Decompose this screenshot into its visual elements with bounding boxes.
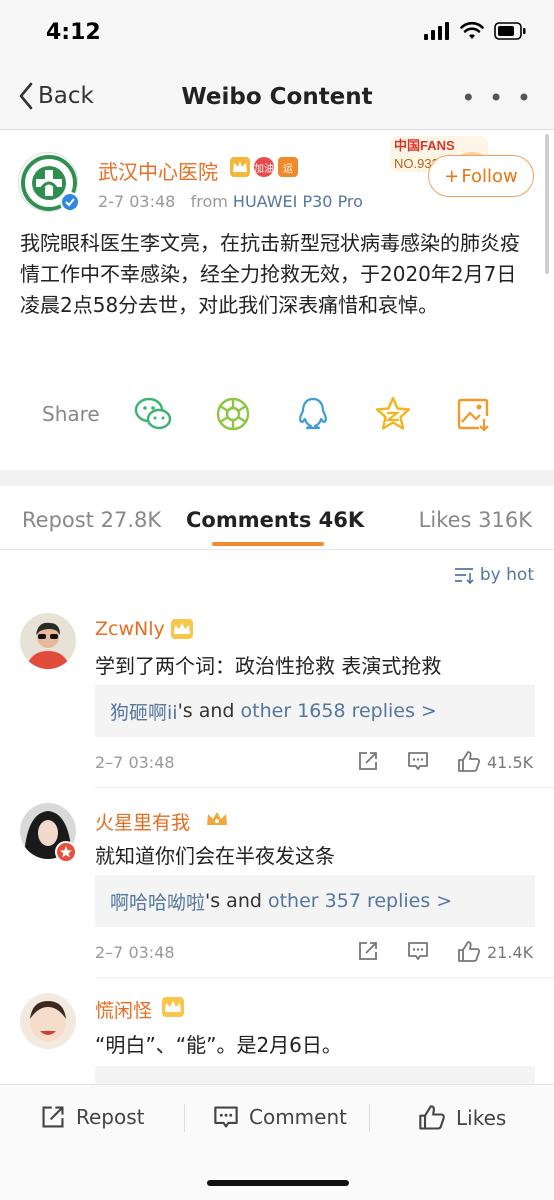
comment-icon — [214, 1106, 238, 1128]
comment-text: 学到了两个词：政治性抢救 表演式抢救 — [95, 654, 442, 678]
comment-replies-link-partial[interactable] — [95, 1066, 535, 1084]
signal-icon — [424, 22, 449, 40]
comment-like-button[interactable]: 41.5K — [457, 750, 533, 774]
tab-repost[interactable]: Repost 27.8K — [22, 508, 161, 532]
yun-badge: 运 — [278, 157, 298, 177]
jiayou-badge: 加油 — [254, 157, 274, 177]
home-indicator[interactable] — [207, 1180, 349, 1186]
likes-button[interactable]: Likes — [418, 1104, 506, 1132]
comment-reply-button[interactable] — [407, 940, 429, 962]
reply-connector: 's and — [205, 890, 262, 912]
commenter-avatar[interactable] — [20, 993, 76, 1049]
comment-like-button[interactable]: 21.4K — [457, 940, 533, 964]
reply-count-link: other 357 replies > — [267, 890, 453, 912]
commenter-avatar[interactable] — [20, 613, 76, 669]
crown-badge-icon — [162, 997, 184, 1021]
thumbs-up-icon — [419, 1105, 445, 1130]
tab-comments[interactable]: Comments 46K — [186, 508, 364, 532]
post-author-name[interactable]: 武汉中心医院 — [98, 156, 218, 185]
wifi-icon — [460, 22, 484, 39]
tabs-divider — [0, 549, 554, 550]
comment-label: Comment — [249, 1105, 347, 1129]
active-tab-indicator — [212, 542, 324, 546]
qq-share-button[interactable] — [293, 394, 333, 434]
sort-label: by hot — [479, 565, 534, 585]
sort-icon — [454, 568, 474, 584]
comment-replies-link[interactable]: 啊哈哈呦啦's and other 357 replies > — [95, 875, 535, 927]
status-icons — [424, 22, 526, 40]
follow-label: Follow — [461, 165, 518, 187]
moments-icon — [216, 397, 250, 431]
reply-connector: 's and — [177, 700, 235, 722]
comment-text: 就知道你们会在半夜发这条 — [95, 844, 335, 868]
commenter-name[interactable]: ZcwNly — [95, 618, 165, 640]
wechat-share-button[interactable] — [133, 394, 173, 434]
like-count: 41.5K — [487, 752, 534, 772]
comment-icon — [408, 942, 428, 960]
battery-icon — [494, 22, 526, 40]
repost-icon — [42, 1106, 64, 1128]
chevron-left-icon — [19, 82, 33, 110]
save-image-icon — [457, 398, 489, 432]
reply-count-link: other 1658 replies > — [240, 700, 437, 722]
reply-user: 狗砸啊ii — [110, 701, 178, 724]
repost-label: Repost — [76, 1105, 145, 1129]
moments-share-button[interactable] — [213, 394, 253, 434]
back-button[interactable]: Back — [18, 82, 94, 110]
thumbs-up-icon — [458, 751, 481, 772]
more-button[interactable]: • • • — [461, 84, 534, 112]
comment-time: 2–7 03:48 — [95, 943, 175, 962]
repost-button[interactable]: Repost — [40, 1104, 145, 1130]
qzone-share-button[interactable] — [373, 394, 413, 434]
fans-badge-title: 中国FANS — [394, 138, 455, 153]
bottom-divider — [369, 1104, 370, 1132]
commenter-name[interactable]: 火星里有我 — [95, 808, 190, 835]
thumbs-up-icon — [458, 941, 481, 962]
wechat-icon — [134, 397, 172, 430]
comment-repost-button[interactable] — [357, 940, 379, 962]
post-body: 我院眼科医生李文亮，在抗击新型冠状病毒感染的肺炎疫情工作中不幸感染，经全力抢救无… — [20, 231, 520, 317]
commenter-name[interactable]: 慌闲怪 — [95, 996, 152, 1023]
repost-icon — [359, 752, 377, 770]
plus-icon: + — [444, 165, 460, 187]
crown-badge-icon — [171, 619, 193, 643]
comment-icon — [408, 752, 428, 770]
post-device[interactable]: HUAWEI P30 Pro — [233, 192, 363, 211]
sort-by-hot-button[interactable]: by hot — [454, 565, 534, 585]
crown-icon — [205, 809, 229, 833]
status-time: 4:12 — [46, 20, 101, 45]
member-star-icon — [55, 841, 77, 863]
qzone-icon — [375, 396, 411, 430]
qq-icon — [299, 397, 327, 430]
crown-badge-icon — [230, 157, 250, 177]
comment-reply-button[interactable] — [407, 750, 429, 772]
comment-text: “明白”、“能”。是2月6日。 — [95, 1033, 342, 1057]
follow-button[interactable]: + Follow — [428, 155, 534, 197]
like-count: 21.4K — [487, 942, 534, 962]
comment-button[interactable]: Comment — [213, 1104, 347, 1130]
back-label: Back — [38, 83, 94, 109]
save-image-share-button[interactable] — [453, 394, 493, 434]
scrollbar[interactable] — [545, 134, 549, 274]
comment-divider — [95, 787, 554, 788]
repost-icon — [359, 942, 377, 960]
tab-likes[interactable]: Likes 316K — [419, 508, 532, 532]
comment-repost-button[interactable] — [357, 750, 379, 772]
bottom-divider — [184, 1104, 185, 1132]
comment-divider — [95, 977, 554, 978]
comment-time: 2–7 03:48 — [95, 753, 175, 772]
reply-user: 啊哈哈呦啦 — [110, 891, 206, 914]
share-label: Share — [42, 402, 100, 426]
section-divider — [0, 470, 554, 486]
verified-icon — [60, 192, 80, 212]
comment-replies-link[interactable]: 狗砸啊ii's and other 1658 replies > — [95, 685, 535, 737]
post-meta: 2-7 03:48 from HUAWEI P30 Pro — [98, 192, 363, 211]
post-from: from — [190, 192, 228, 211]
author-badges: 加油 运 — [230, 157, 298, 177]
likes-label: Likes — [456, 1106, 507, 1130]
post-time: 2-7 03:48 — [98, 192, 176, 211]
